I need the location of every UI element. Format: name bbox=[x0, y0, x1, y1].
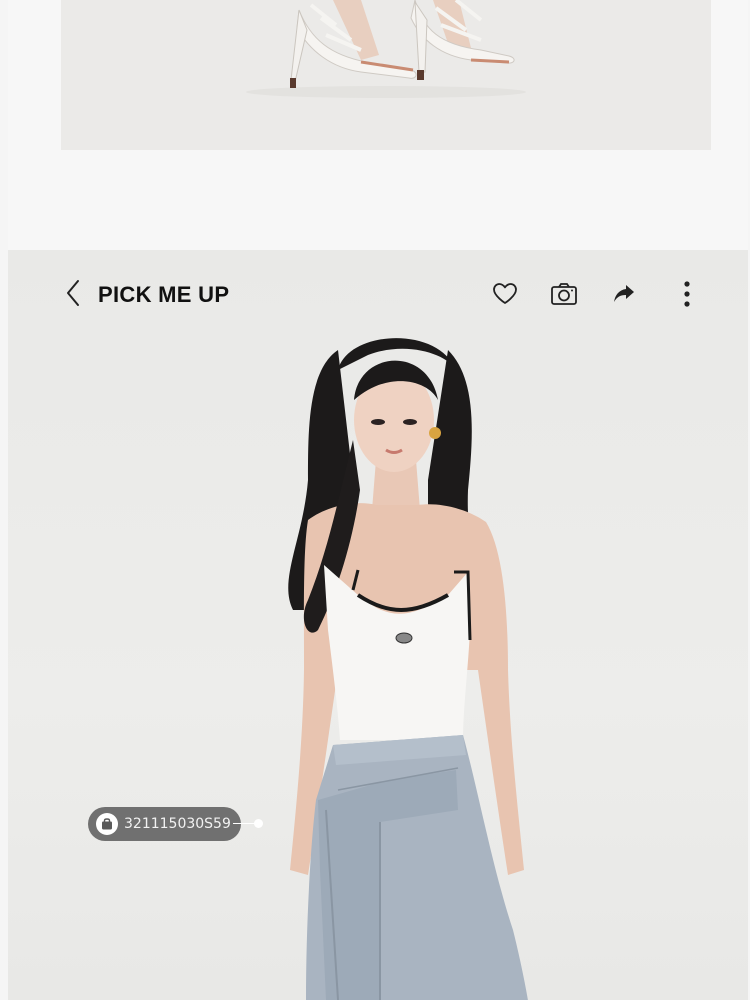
camera-icon bbox=[550, 282, 578, 311]
favorite-button[interactable] bbox=[489, 280, 521, 312]
shopping-bag-icon bbox=[96, 813, 118, 835]
section-spacer bbox=[8, 150, 748, 250]
product-code: 321115030S59 bbox=[124, 816, 231, 832]
product-tag[interactable]: 321115030S59 bbox=[88, 807, 241, 841]
page-title: PICK ME UP bbox=[98, 282, 230, 307]
share-icon bbox=[612, 283, 636, 310]
heart-icon bbox=[492, 282, 518, 311]
previous-product-photo[interactable] bbox=[61, 0, 711, 150]
back-button[interactable] bbox=[58, 279, 88, 312]
sandals-image bbox=[61, 0, 711, 150]
chevron-left-icon bbox=[65, 279, 81, 312]
share-button[interactable] bbox=[608, 280, 640, 312]
look-photo[interactable] bbox=[8, 310, 748, 1000]
model-image bbox=[288, 338, 528, 1000]
more-button[interactable] bbox=[671, 280, 703, 312]
camera-button[interactable] bbox=[548, 280, 580, 312]
look-card: PICK ME UP 321115030S59 bbox=[8, 250, 748, 1000]
more-vertical-icon bbox=[684, 280, 690, 312]
tag-anchor-dot[interactable] bbox=[254, 819, 263, 828]
